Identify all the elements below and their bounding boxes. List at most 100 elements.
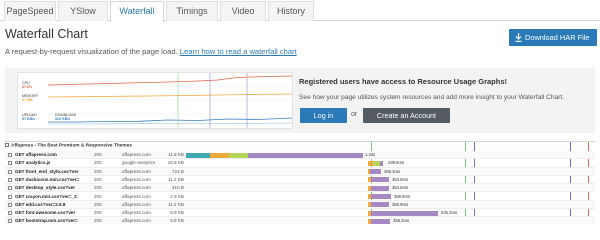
- status-code: 200: [94, 193, 102, 199]
- request-domain: affapress.com: [122, 201, 151, 207]
- request-duration: 299.6ms: [388, 160, 405, 166]
- request-domain: affapress.com: [122, 176, 151, 182]
- timing-segment-wait: [248, 152, 363, 158]
- timing-segment-wait: [371, 194, 391, 199]
- expand-icon[interactable]: [8, 161, 12, 166]
- waterfall-row[interactable]: GET front_end_style.css?ver 200 affapress.…: [5, 167, 595, 176]
- response-size: 410 B: [171, 185, 184, 191]
- tab-video[interactable]: Video: [220, 1, 266, 21]
- response-size: 5.8 KB: [170, 218, 184, 224]
- cpu-value: 47.8%: [22, 85, 33, 89]
- timing-segment-wait: [371, 218, 390, 224]
- request-duration: 535.3ms: [441, 210, 458, 216]
- tab-pagespeed[interactable]: PageSpeed: [4, 1, 56, 21]
- request-domain: affapress.com: [122, 152, 151, 157]
- request-url: GET crayon.min.css?ver=_2.: [15, 193, 78, 199]
- waterfall-row[interactable]: GET crayon.min.css?ver=_2. 200 affapress.c…: [5, 193, 595, 201]
- expand-icon[interactable]: [8, 211, 12, 216]
- waterfall-row[interactable]: GET dashicons.min.css?ver= 200 affapress.c…: [5, 176, 595, 185]
- request-domain: affapress.com: [122, 218, 151, 224]
- status-code: 200: [94, 152, 102, 157]
- tab-timings[interactable]: Timings: [166, 1, 218, 21]
- request-url: GET analytics.js: [15, 160, 51, 166]
- promo-text: See how your page utilizes system resour…: [299, 94, 565, 101]
- download-icon: [515, 33, 522, 42]
- waterfall-page-title: Affapress - The Best Premium & Responsiv…: [11, 143, 133, 149]
- timing-segment-connect: [210, 152, 229, 158]
- waterfall-row[interactable]: GET analytics.js 200 google-analytics 16.9 …: [5, 159, 595, 168]
- timing-segment-wait: [370, 169, 381, 175]
- request-duration: 386.3ms: [384, 168, 401, 174]
- response-size: 11.2 KB: [167, 201, 184, 207]
- expand-icon[interactable]: [8, 177, 12, 182]
- request-domain: affapress.com: [122, 168, 151, 174]
- help-link[interactable]: Learn how to read a waterfall chart: [180, 47, 297, 56]
- response-size: 6.9 KB: [170, 210, 184, 216]
- upload-value: 57 KB/s: [22, 117, 36, 121]
- waterfall-row[interactable]: GET edd.css?ver=2.5.8 200 affapress.com 11.…: [5, 200, 595, 210]
- request-url: GET bootstrap.min.css?ver=: [15, 218, 78, 224]
- response-size: 11.2 KB: [167, 176, 184, 182]
- description-text: A request-by-request visualization of th…: [5, 47, 178, 56]
- timing-segment-wait: [371, 185, 389, 191]
- or-text: or: [351, 111, 358, 118]
- create-account-button[interactable]: Create an Account: [363, 108, 450, 123]
- waterfall-row[interactable]: GET affapress.com 200 affapress.com 11.8 KB…: [5, 151, 595, 160]
- request-url: GET front_end_style.css?ver: [15, 168, 79, 174]
- expand-icon[interactable]: [8, 219, 12, 224]
- tab-waterfall[interactable]: Waterfall: [110, 1, 164, 22]
- download-har-button[interactable]: Download HAR File: [509, 29, 597, 46]
- timing-segment-ssl: [229, 152, 248, 158]
- promo-title: Registered users have access to Resource…: [299, 77, 508, 86]
- status-code: 200: [94, 218, 102, 224]
- expand-icon[interactable]: [8, 169, 12, 174]
- request-url: GET desktop_style.css?ver: [15, 185, 76, 191]
- request-domain: affapress.com: [122, 210, 151, 216]
- waterfall-page-header[interactable]: Affapress - The Best Premium & Responsiv…: [5, 143, 132, 151]
- expand-icon[interactable]: [8, 186, 12, 191]
- status-code: 200: [94, 201, 102, 207]
- waterfall-row[interactable]: GET desktop_style.css?ver 200 affapress.co…: [5, 184, 595, 193]
- waterfall-row[interactable]: GET bootstrap.min.css?ver= 200 affapress.c…: [5, 217, 595, 224]
- login-button[interactable]: Log in: [300, 108, 347, 123]
- download-har-label: Download HAR File: [525, 33, 590, 42]
- resource-usage-graph: CPU 47.8% MEMORY 67 MB UPLOAD 57 KB/s DO…: [17, 72, 293, 129]
- status-code: 200: [94, 185, 102, 191]
- response-size: 2.9 KB: [170, 193, 184, 199]
- timing-segment-wait: [371, 177, 389, 183]
- timing-segment-ssl: [373, 160, 380, 166]
- expand-icon[interactable]: [8, 153, 12, 157]
- response-size: 724 B: [171, 168, 184, 174]
- request-domain: affapress.com: [122, 185, 151, 191]
- tab-bar: PageSpeed YSlow Waterfall Timings Video …: [0, 0, 600, 22]
- request-domain: google-analytics: [122, 160, 156, 166]
- status-code: 200: [94, 210, 102, 216]
- timing-segment-wait: [380, 160, 383, 166]
- status-code: 200: [94, 176, 102, 182]
- request-duration: 386.8ms: [394, 193, 411, 199]
- request-duration: 354.5ms: [392, 185, 409, 191]
- waterfall-row[interactable]: GET font-awesome.css?ver 200 affapress.com…: [5, 209, 595, 218]
- expand-icon[interactable]: [8, 194, 12, 199]
- response-size: 11.8 KB: [167, 152, 184, 157]
- request-url: GET dashicons.min.css?ver=: [15, 176, 80, 182]
- request-domain: affapress.com: [122, 193, 151, 199]
- page-description: A request-by-request visualization of th…: [5, 47, 297, 56]
- expand-icon[interactable]: [8, 202, 12, 207]
- timing-segment-dns: [186, 152, 210, 158]
- request-duration: 1.32s: [365, 152, 376, 157]
- collapse-icon[interactable]: [5, 143, 9, 147]
- request-url: GET edd.css?ver=2.5.8: [15, 201, 66, 207]
- tab-yslow[interactable]: YSlow: [58, 1, 108, 21]
- download-value: 520 KB/s: [55, 117, 71, 121]
- resource-graph-promo: CPU 47.8% MEMORY 67 MB UPLOAD 57 KB/s DO…: [5, 68, 595, 133]
- memory-value: 67 MB: [22, 98, 33, 102]
- waterfall-chart: Affapress - The Best Premium & Responsiv…: [5, 141, 595, 224]
- page-title: Waterfall Chart: [5, 27, 88, 41]
- timing-segment-wait: [371, 202, 389, 208]
- response-size: 16.9 KB: [167, 160, 184, 166]
- status-code: 200: [94, 168, 102, 174]
- tab-history[interactable]: History: [268, 1, 314, 21]
- request-duration: 353.8ms: [392, 176, 409, 182]
- request-url: GET affapress.com: [15, 152, 57, 157]
